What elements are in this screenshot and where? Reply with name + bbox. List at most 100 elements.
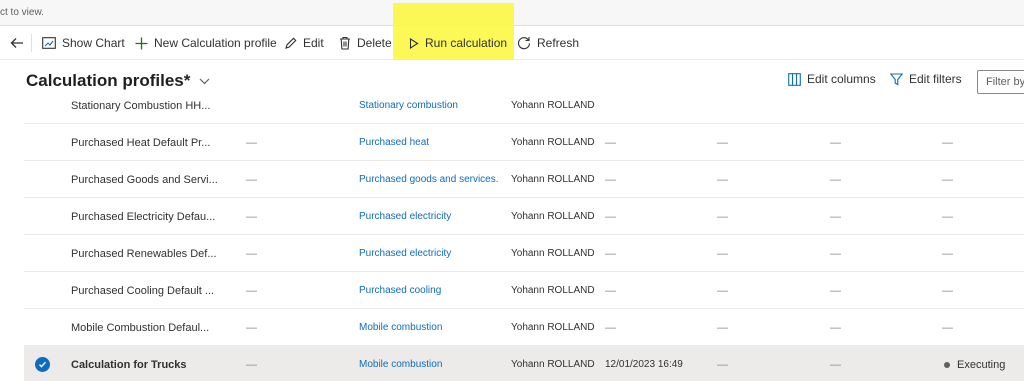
- row-date: —: [605, 173, 616, 186]
- view-header: Calculation profiles* Edit columns Edit …: [0, 60, 1024, 100]
- row-c7: —: [830, 173, 841, 186]
- row-col2: —: [246, 173, 257, 186]
- row-owner: Yohann ROLLAND: [511, 285, 595, 296]
- row-source-link[interactable]: Purchased cooling: [359, 272, 499, 309]
- pencil-icon: [285, 37, 297, 49]
- table-row[interactable]: Purchased Cooling Default ... — — — Purchase…: [24, 272, 1024, 309]
- notification-text: ct to view.: [0, 7, 44, 18]
- edit-filters-label: Edit filters: [909, 72, 962, 86]
- row-name: Purchased Heat Default Pr...: [71, 136, 211, 149]
- table-row[interactable]: Mobile Combustion Defaul... — — — Mobile com…: [24, 309, 1024, 346]
- row-col2: —: [246, 284, 257, 297]
- edit-button[interactable]: Edit: [284, 26, 324, 60]
- edit-columns-label: Edit columns: [807, 72, 876, 86]
- divider: [31, 34, 32, 52]
- show-chart-button[interactable]: Show Chart: [42, 26, 125, 60]
- filter-icon: [890, 72, 903, 85]
- row-c7: —: [830, 247, 841, 260]
- refresh-button[interactable]: Refresh: [517, 26, 579, 60]
- row-c6: —: [717, 136, 728, 149]
- row-date: —: [605, 210, 616, 223]
- row-c6: —: [717, 321, 728, 334]
- row-owner: Yohann ROLLAND: [511, 100, 595, 111]
- row-checkmark-icon[interactable]: [35, 357, 50, 372]
- row-name: Purchased Electricity Defau...: [71, 210, 216, 223]
- table-row[interactable]: Purchased Renewables Def... — — — Purchased …: [24, 235, 1024, 272]
- row-name: Purchased Cooling Default ...: [71, 284, 215, 297]
- row-col2: —: [246, 210, 257, 223]
- data-grid: Stationary Combustion HH... Stationary co…: [24, 100, 1024, 381]
- row-c7: —: [830, 210, 841, 223]
- row-col2: —: [246, 358, 257, 371]
- row-status: Executing: [944, 346, 1024, 381]
- refresh-label: Refresh: [537, 36, 580, 50]
- row-source-link[interactable]: Purchased heat: [359, 124, 499, 161]
- row-c6: —: [717, 173, 728, 186]
- row-status: —: [942, 210, 953, 223]
- row-source-link[interactable]: Stationary combustion: [359, 100, 499, 124]
- new-profile-label: New Calculation profile: [154, 36, 277, 50]
- row-c7: —: [830, 136, 841, 149]
- row-source-link[interactable]: Mobile combustion: [359, 346, 499, 381]
- back-arrow-icon[interactable]: [8, 34, 26, 52]
- row-status-text: Executing: [957, 358, 1006, 371]
- columns-icon: [788, 72, 801, 86]
- delete-label: Delete: [357, 36, 392, 50]
- row-date: 12/01/2023 16:49: [605, 359, 683, 370]
- table-row[interactable]: Purchased Goods and Servi... — — — Purchased…: [24, 161, 1024, 198]
- row-status: —: [942, 284, 953, 297]
- row-source-link[interactable]: Purchased electricity: [359, 235, 499, 272]
- filter-placeholder: Filter by: [986, 76, 1024, 88]
- row-date: —: [605, 321, 616, 334]
- edit-label: Edit: [303, 36, 324, 50]
- row-source-link[interactable]: Purchased goods and services...: [359, 161, 499, 198]
- row-name: Mobile Combustion Defaul...: [71, 321, 210, 334]
- row-col2: —: [246, 247, 257, 260]
- row-source-link[interactable]: Mobile combustion: [359, 309, 499, 346]
- row-name: Calculation for Trucks: [71, 358, 187, 371]
- delete-button[interactable]: Delete: [339, 26, 392, 60]
- row-owner: Yohann ROLLAND: [511, 137, 595, 148]
- table-row[interactable]: Calculation for Trucks — — — Mobile combusti…: [24, 346, 1024, 381]
- row-name: Purchased Goods and Servi...: [71, 173, 218, 186]
- row-c6: —: [717, 210, 728, 223]
- status-dot-icon: [944, 361, 950, 368]
- row-name: Purchased Renewables Def...: [71, 247, 217, 260]
- row-status: —: [942, 136, 953, 149]
- page-title: Calculation profiles*: [26, 71, 191, 90]
- row-owner: Yohann ROLLAND: [511, 248, 595, 259]
- table-row[interactable]: Purchased Electricity Defau... — — — Purchas…: [24, 198, 1024, 235]
- row-owner: Yohann ROLLAND: [511, 211, 595, 222]
- new-profile-button[interactable]: New Calculation profile: [135, 26, 277, 60]
- row-c6: —: [717, 358, 728, 371]
- row-owner: Yohann ROLLAND: [511, 322, 595, 333]
- run-calculation-button[interactable]: Run calculation: [409, 26, 507, 60]
- row-col2: —: [246, 136, 257, 149]
- edit-columns-button[interactable]: Edit columns: [788, 72, 876, 86]
- run-calculation-label: Run calculation: [425, 36, 508, 50]
- table-row[interactable]: Stationary Combustion HH... Stationary co…: [24, 100, 1024, 124]
- chevron-down-icon: [199, 78, 210, 84]
- trash-icon: [340, 36, 350, 50]
- row-date: —: [605, 136, 616, 149]
- edit-filters-button[interactable]: Edit filters: [890, 72, 962, 86]
- chart-icon: [42, 37, 56, 49]
- row-c6: —: [717, 247, 728, 260]
- row-c6: —: [717, 284, 728, 297]
- row-owner: Yohann ROLLAND: [511, 359, 595, 370]
- row-date: [605, 100, 710, 124]
- play-icon: [409, 37, 419, 49]
- row-name: Stationary Combustion HH...: [71, 100, 211, 112]
- row-owner: Yohann ROLLAND: [511, 174, 595, 185]
- row-date: —: [605, 284, 616, 297]
- row-c7: —: [830, 284, 841, 297]
- table-row[interactable]: Purchased Heat Default Pr... — — — Purchased…: [24, 124, 1024, 161]
- view-selector[interactable]: Calculation profiles*: [26, 71, 210, 91]
- row-status: —: [942, 321, 953, 334]
- row-c7: —: [830, 358, 841, 371]
- row-source-link[interactable]: Purchased electricity: [359, 198, 499, 235]
- row-c7: —: [830, 321, 841, 334]
- row-date: —: [605, 247, 616, 260]
- refresh-icon: [517, 37, 531, 50]
- filter-input[interactable]: Filter by: [977, 70, 1024, 94]
